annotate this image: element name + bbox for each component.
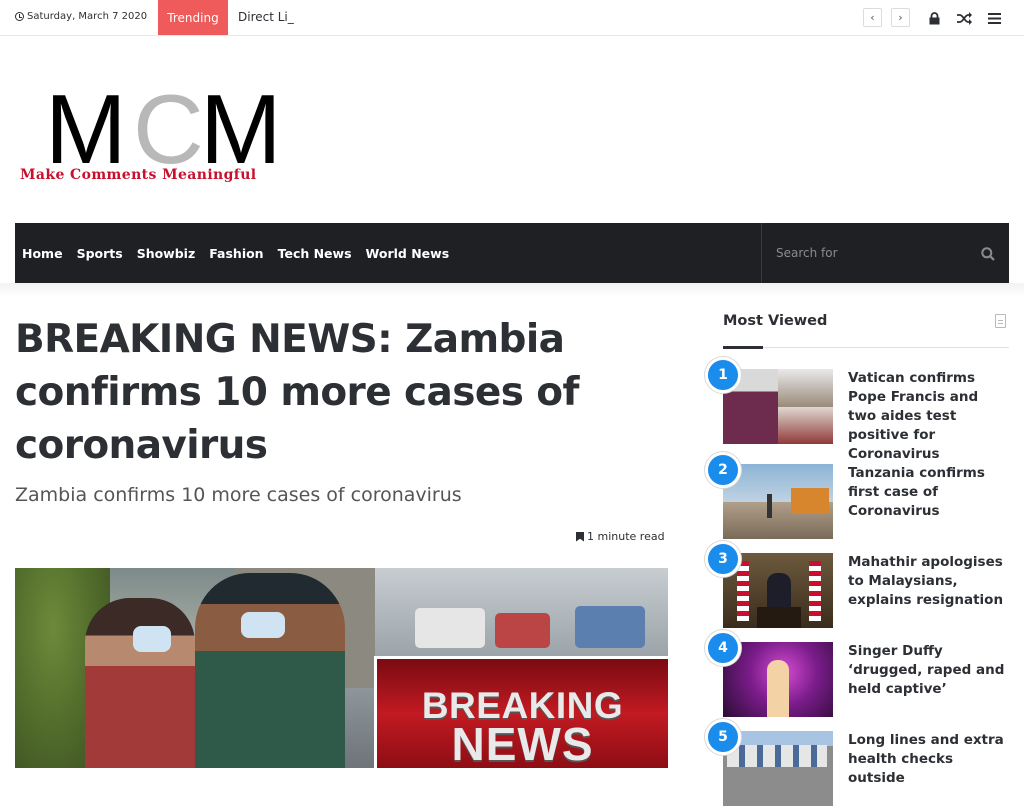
breaking-ticker[interactable]: Direct Li_ <box>238 10 294 24</box>
nav-item-home[interactable]: Home <box>22 246 63 261</box>
most-viewed-divider-accent <box>723 346 763 349</box>
hero-car <box>415 608 485 648</box>
nav-shadow <box>0 283 1024 297</box>
clock-icon <box>15 12 24 21</box>
most-viewed-title[interactable]: Tanzania confirms first case of Coronavi… <box>848 464 1010 521</box>
article-subtitle: Zambia confirms 10 more cases of coronav… <box>15 484 462 506</box>
breaking-news-graphic: BREAKING NEWS <box>374 656 668 768</box>
most-viewed-title[interactable]: Long lines and extra health checks outsi… <box>848 731 1010 788</box>
top-bar: Saturday, March 7 2020 Trending Direct L… <box>0 0 1024 36</box>
nav-menu: Home Sports Showbiz Fashion Tech News Wo… <box>22 223 449 283</box>
logo-tagline: Make Comments Meaningful <box>20 167 257 183</box>
chevron-right-icon: › <box>898 11 903 24</box>
nav-item-fashion[interactable]: Fashion <box>209 246 263 261</box>
hero-face-mask <box>133 626 171 652</box>
logo-letter-c: C <box>133 74 204 184</box>
rank-badge: 5 <box>705 719 741 755</box>
hero-face-mask <box>241 612 285 638</box>
search-icon <box>981 247 995 261</box>
ticker-prev-button[interactable]: ‹ <box>863 8 882 27</box>
chevron-left-icon: ‹ <box>870 11 875 24</box>
main-navigation: Home Sports Showbiz Fashion Tech News Wo… <box>15 223 1009 283</box>
random-article-button[interactable] <box>956 10 972 26</box>
hero-person-woman <box>85 598 195 768</box>
nav-item-showbiz[interactable]: Showbiz <box>137 246 196 261</box>
most-viewed-heading: Most Viewed <box>723 313 828 329</box>
logo-letter-m1: M <box>45 74 127 184</box>
login-button[interactable] <box>926 10 942 26</box>
nav-item-world-news[interactable]: World News <box>366 246 450 261</box>
trending-label: Trending <box>158 0 228 35</box>
nav-item-tech-news[interactable]: Tech News <box>278 246 352 261</box>
breaking-news-line2: NEWS <box>451 718 594 768</box>
bookmark-icon <box>576 531 584 542</box>
read-time-text: 1 minute read <box>587 530 665 543</box>
article-title: BREAKING NEWS: Zambia confirms 10 more c… <box>15 317 579 468</box>
search-form <box>761 223 1009 283</box>
site-logo[interactable]: M C M Make Comments Meaningful <box>20 80 320 186</box>
most-viewed-title[interactable]: Vatican confirms Pope Francis and two ai… <box>848 369 1010 464</box>
hero-car <box>495 613 550 648</box>
random-icon <box>956 11 972 25</box>
hero-car <box>575 606 645 648</box>
article-featured-image: BREAKING NEWS <box>15 568 668 768</box>
date-text: Saturday, March 7 2020 <box>27 11 148 22</box>
lock-icon <box>929 11 939 24</box>
search-button[interactable] <box>981 246 995 265</box>
read-time: 1 minute read <box>576 530 665 543</box>
nav-item-sports[interactable]: Sports <box>77 246 123 261</box>
most-viewed-title[interactable]: Mahathir apologises to Malaysians, expla… <box>848 553 1010 610</box>
menu-icon <box>987 12 1001 24</box>
most-viewed-divider <box>723 347 1009 348</box>
rank-badge: 2 <box>705 452 741 488</box>
side-menu-button[interactable] <box>986 10 1002 26</box>
ticker-next-button[interactable]: › <box>891 8 910 27</box>
document-icon <box>995 314 1006 328</box>
search-input[interactable] <box>762 223 972 283</box>
rank-badge: 4 <box>705 630 741 666</box>
logo-letter-m2: M <box>200 74 282 184</box>
most-viewed-title[interactable]: Singer Duffy ‘drugged, raped and held ca… <box>848 642 1010 699</box>
rank-badge: 1 <box>705 357 741 393</box>
date-display: Saturday, March 7 2020 <box>15 11 147 22</box>
hero-person-man <box>195 573 345 768</box>
rank-badge: 3 <box>705 541 741 577</box>
